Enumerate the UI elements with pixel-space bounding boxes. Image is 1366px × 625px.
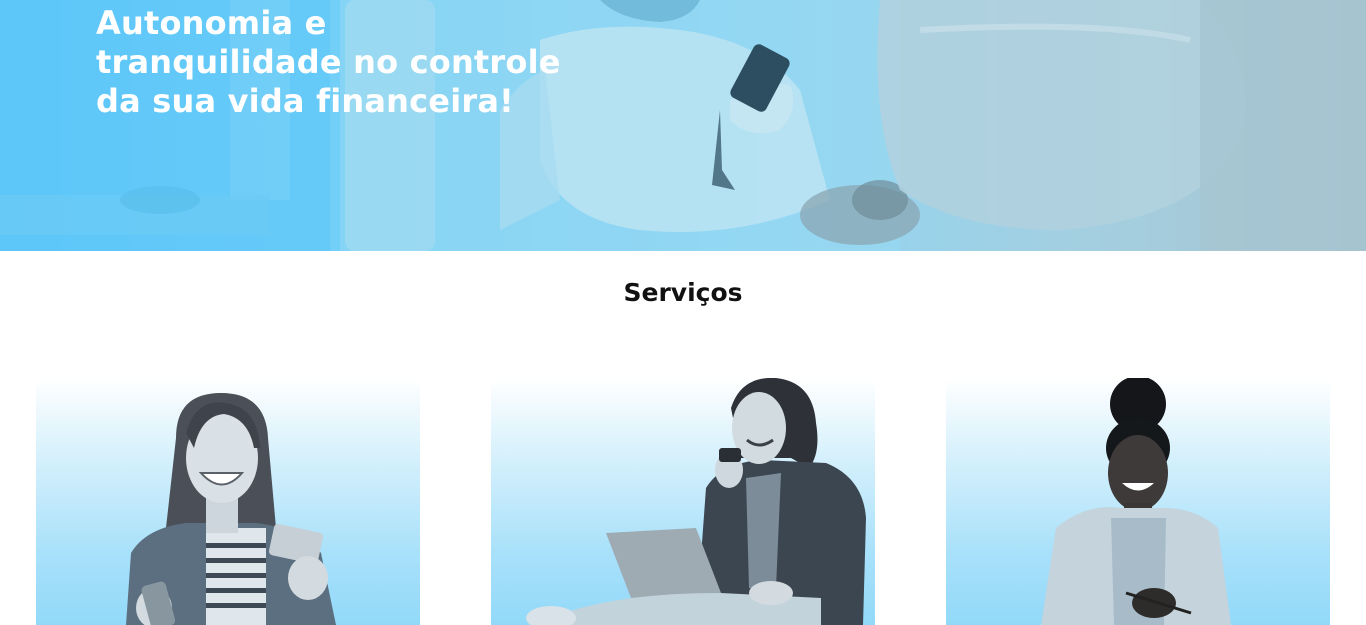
hero-banner: Autonomia e tranquilidade no controle da… xyxy=(0,0,1366,251)
woman-in-blazer-smiling-photo xyxy=(1041,378,1231,625)
services-title: Serviços xyxy=(623,278,743,307)
service-card-3[interactable] xyxy=(946,378,1330,625)
woman-with-phone-and-card-photo xyxy=(126,393,336,625)
hero-title: Autonomia e tranquilidade no controle da… xyxy=(96,4,561,120)
man-with-laptop-thinking-photo xyxy=(526,378,866,625)
service-card-2[interactable] xyxy=(491,378,875,625)
service-card-1[interactable] xyxy=(36,378,420,625)
